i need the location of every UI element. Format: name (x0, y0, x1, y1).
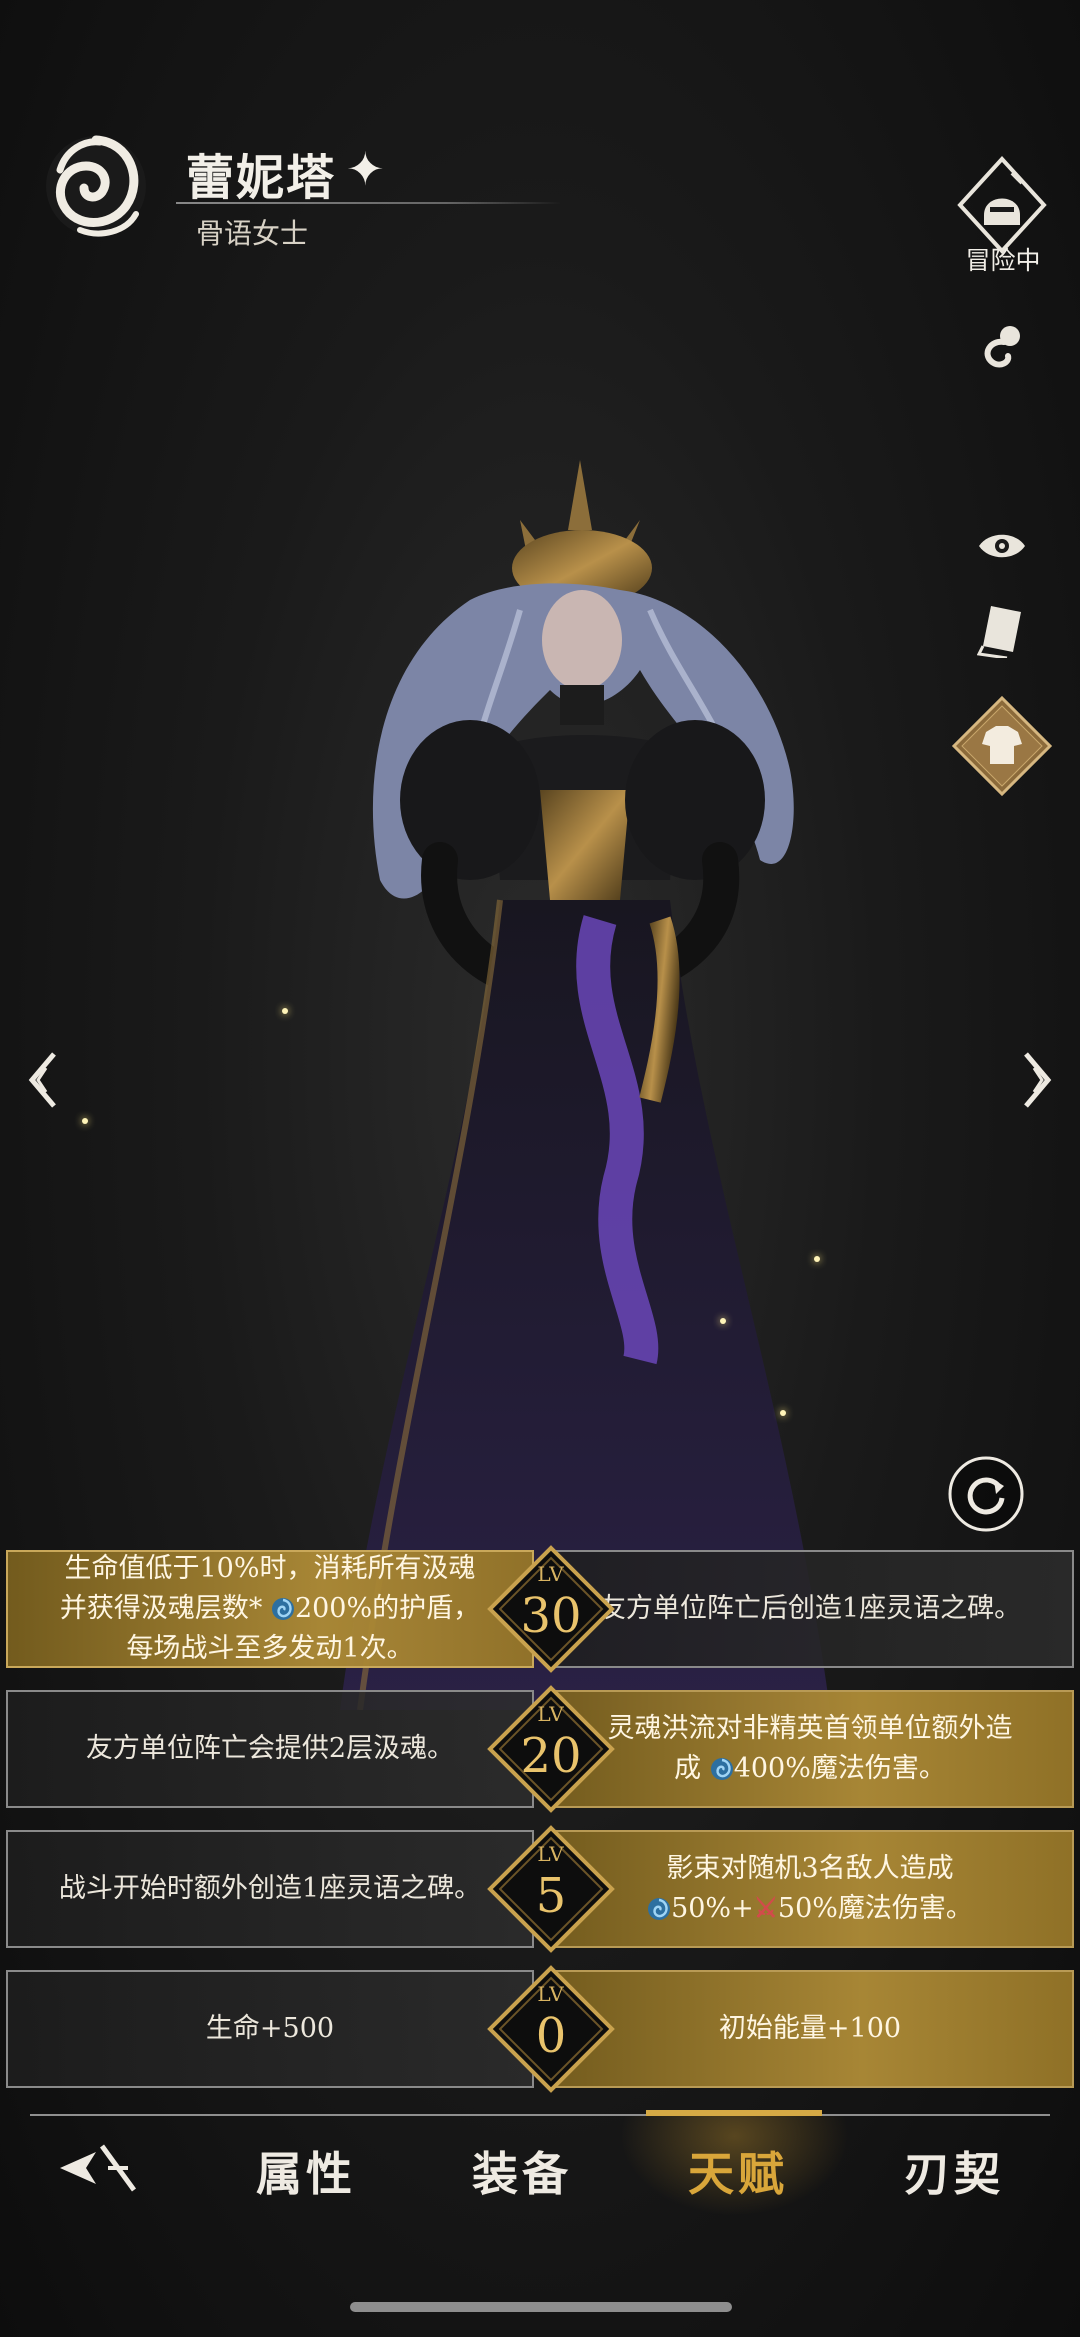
soul-swirl-icon (271, 1598, 294, 1620)
sparkle (780, 1410, 786, 1416)
tab-equipment[interactable]: 装备 (472, 2138, 572, 2204)
talent-row-lv20: 友方单位阵亡会提供2层汲魂。 灵魂洪流对非精英首领单位额外造 成 400%魔法伤… (6, 1685, 1074, 1813)
sparkle (82, 1118, 88, 1124)
next-character-arrow-icon[interactable] (1012, 1050, 1062, 1110)
active-tab-indicator (646, 2110, 822, 2116)
talent-text: 400%魔法伤害。 (733, 1753, 946, 1784)
eye-icon[interactable] (970, 514, 1034, 578)
crossed-swords-icon: ⚔ (753, 1893, 778, 1924)
home-indicator[interactable] (350, 2302, 732, 2312)
talent-text: 生命值低于10%时，消耗所有汲魂 (64, 1553, 476, 1584)
tab-attributes[interactable]: 属性 (256, 2138, 356, 2204)
talent-text: 成 (674, 1753, 702, 1784)
talent-level-badge: LV 5 (486, 1824, 616, 1954)
tab-pact[interactable]: 刃契 (904, 2138, 1004, 2204)
talent-option-left[interactable]: 生命+500 (6, 1970, 534, 2088)
talent-text: 每场战斗至多发动1次。 (126, 1633, 414, 1664)
talent-option-right[interactable]: 友方单位阵亡后创造1座灵语之碑。 (546, 1550, 1074, 1668)
talent-row-lv30: 生命值低于10%时，消耗所有汲魂 并获得汲魂层数* 200%的护盾， 每场战斗至… (6, 1545, 1074, 1673)
level-number: 5 (535, 1868, 567, 1924)
level-number: 0 (535, 2008, 567, 2064)
talent-text: 影束对随机3名敌人造成 (666, 1853, 954, 1884)
knight-helmet-icon (957, 156, 1047, 254)
previous-character-arrow-icon[interactable] (18, 1050, 68, 1110)
rarity-star-icon: ✦ (346, 142, 385, 196)
soul-swirl-icon (710, 1758, 733, 1780)
card-icon[interactable] (970, 598, 1034, 662)
talent-text: 50%魔法伤害。 (777, 1893, 973, 1924)
faction-swirl-icon (46, 135, 146, 237)
level-number: 20 (520, 1728, 582, 1784)
name-underline (176, 202, 562, 204)
talent-level-badge: LV 0 (486, 1964, 616, 2094)
talent-row-lv5: 战斗开始时额外创造1座灵语之碑。 影束对随机3名敌人造成 50%+⚔50%魔法伤… (6, 1825, 1074, 1953)
talent-option-right[interactable]: 影束对随机3名敌人造成 50%+⚔50%魔法伤害。 (546, 1830, 1074, 1948)
sparkle (282, 1008, 288, 1014)
blade-home-icon[interactable] (56, 2138, 138, 2198)
talent-text: 50%+ (671, 1893, 754, 1924)
rotate-view-button[interactable] (946, 1454, 1026, 1534)
talent-text: 友方单位阵亡会提供2层汲魂。 (85, 1733, 455, 1764)
level-label: LV (537, 1842, 565, 1866)
outfit-icon (951, 695, 1053, 797)
level-label: LV (537, 1702, 565, 1726)
level-label: LV (537, 1562, 565, 1586)
talent-text: 灵魂洪流对非精英首领单位额外造 (607, 1713, 1013, 1744)
soul-swirl-icon (648, 1898, 671, 1920)
talent-text: 友方单位阵亡后创造1座灵语之碑。 (598, 1593, 1022, 1624)
talent-text: 战斗开始时额外创造1座灵语之碑。 (58, 1873, 482, 1904)
talent-level-badge: LV 20 (486, 1684, 616, 1814)
rotate-icon (948, 1456, 1024, 1532)
talent-text: 并获得汲魂层数* (59, 1593, 263, 1624)
character-name: 蕾妮塔 (186, 150, 337, 206)
talent-option-right[interactable]: 初始能量+100 (546, 1970, 1074, 2088)
talent-option-left[interactable]: 生命值低于10%时，消耗所有汲魂 并获得汲魂层数* 200%的护盾， 每场战斗至… (6, 1550, 534, 1668)
sparkle (720, 1318, 726, 1324)
adventure-status-label: 冒险中 (965, 246, 1041, 275)
level-label: LV (537, 1982, 565, 2006)
talent-text: 200%的护盾， (294, 1593, 481, 1624)
outfit-button[interactable] (950, 694, 1054, 798)
nav-divider (30, 2114, 1050, 2116)
talent-text: 初始能量+100 (718, 2013, 902, 2044)
talent-option-left[interactable]: 友方单位阵亡会提供2层汲魂。 (6, 1690, 534, 1808)
character-model (340, 460, 830, 1710)
level-number: 30 (520, 1588, 582, 1644)
character-title: 骨语女士 (196, 217, 309, 250)
voice-icon[interactable] (970, 316, 1034, 380)
talent-text: 生命+500 (205, 2013, 335, 2044)
tab-talent[interactable]: 天赋 (688, 2138, 788, 2204)
talent-option-left[interactable]: 战斗开始时额外创造1座灵语之碑。 (6, 1830, 534, 1948)
sparkle (814, 1256, 820, 1262)
talent-level-badge: LV 30 (486, 1544, 616, 1674)
talent-option-right[interactable]: 灵魂洪流对非精英首领单位额外造 成 400%魔法伤害。 (546, 1690, 1074, 1808)
talent-row-lv0: 生命+500 初始能量+100 LV 0 (6, 1965, 1074, 2093)
